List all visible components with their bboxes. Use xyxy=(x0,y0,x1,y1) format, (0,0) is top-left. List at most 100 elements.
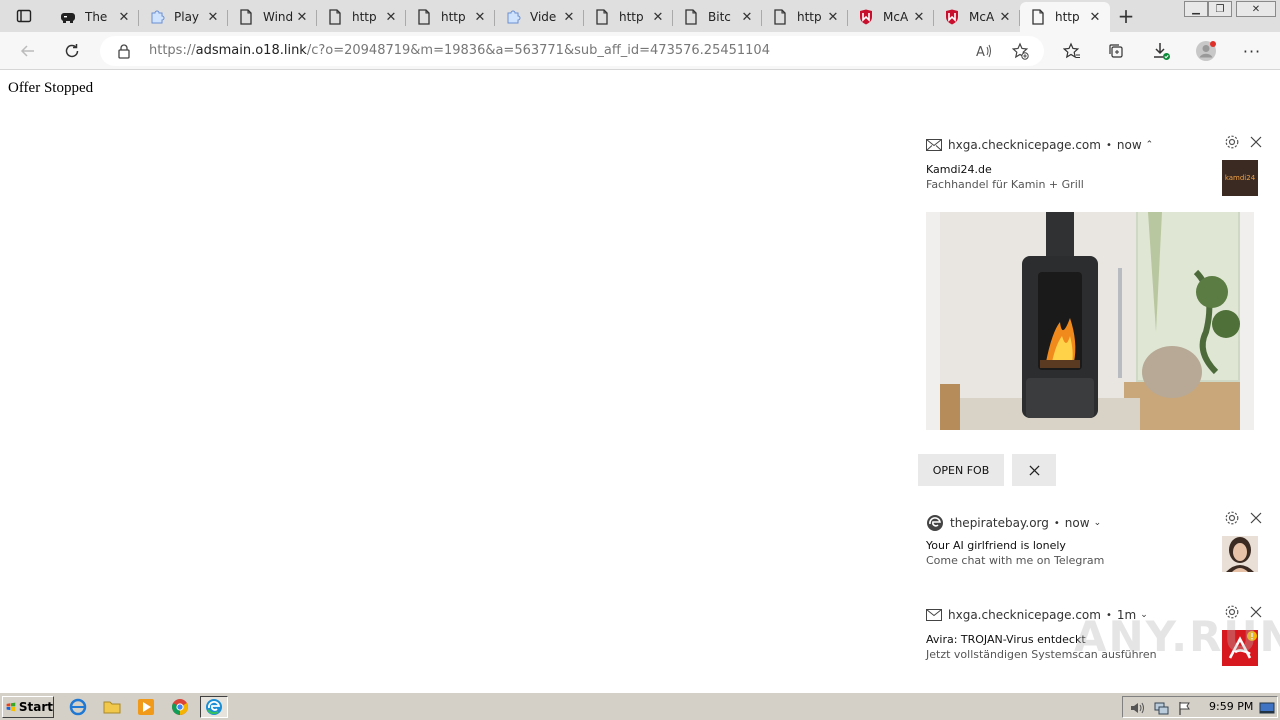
tab-close-button[interactable]: ✕ xyxy=(738,8,756,26)
notification-piratebay[interactable]: thepiratebay.org • now ⌄ Your AI girlfri… xyxy=(910,502,1270,584)
gear-icon xyxy=(1225,511,1239,525)
open-fob-button[interactable]: OPEN FOB xyxy=(918,454,1004,486)
tab-title: Vide xyxy=(530,10,557,24)
browser-tab[interactable]: http ✕ xyxy=(406,2,495,32)
action-center-flag-icon[interactable] xyxy=(1177,700,1193,716)
read-aloud-icon: A xyxy=(976,44,991,60)
tab-actions-icon xyxy=(16,9,32,23)
browser-tab[interactable]: Play ✕ xyxy=(139,2,228,32)
browser-tab[interactable]: McA ✕ xyxy=(934,2,1020,32)
browser-tab[interactable]: Wind ✕ xyxy=(228,2,317,32)
address-bar[interactable]: https://adsmain.o18.link/c?o=20948719&m=… xyxy=(100,36,1044,66)
tab-close-button[interactable]: ✕ xyxy=(204,8,222,26)
notification-close-button[interactable] xyxy=(1012,454,1056,486)
tab-title: http xyxy=(619,10,644,24)
tab-close-button[interactable]: ✕ xyxy=(824,8,842,26)
media-player-quicklaunch[interactable] xyxy=(132,696,160,718)
close-icon xyxy=(1250,136,1262,148)
back-button[interactable] xyxy=(14,37,42,65)
browser-tab[interactable]: The ✕ xyxy=(50,2,139,32)
notification-dismiss-button[interactable] xyxy=(1247,133,1265,151)
tab-strip: The ✕ Play ✕ Wind ✕ http ✕ http ✕ Vide ✕ http ✕ Bitc ✕ h… xyxy=(0,0,1280,32)
close-icon xyxy=(1028,464,1040,476)
tab-close-button[interactable]: ✕ xyxy=(649,8,667,26)
tab-title: McA xyxy=(969,10,995,24)
gear-icon xyxy=(1225,135,1239,149)
notification-thumbnail xyxy=(1222,536,1258,572)
chrome-quicklaunch[interactable] xyxy=(166,696,194,718)
close-icon: ✕ xyxy=(563,9,575,25)
add-favorite-button[interactable] xyxy=(1010,41,1030,61)
refresh-button[interactable] xyxy=(58,37,86,65)
browser-tab[interactable]: http ✕ xyxy=(1020,2,1110,32)
browser-tab[interactable]: Vide ✕ xyxy=(495,2,584,32)
chrome-icon xyxy=(172,699,188,715)
puzzle-icon xyxy=(505,9,521,25)
tab-close-button[interactable]: ✕ xyxy=(471,8,489,26)
downloads-button[interactable] xyxy=(1147,37,1175,65)
folder-icon xyxy=(103,701,121,714)
tab-actions-button[interactable] xyxy=(6,4,42,28)
edge-taskbar-button[interactable] xyxy=(200,696,228,718)
collections-icon xyxy=(1109,44,1123,58)
taskbar: Start 9:59 PM xyxy=(0,692,1280,720)
profile-button[interactable] xyxy=(1192,37,1220,65)
restore-icon: ❐ xyxy=(1215,3,1225,15)
tab-title: Bitc xyxy=(708,10,731,24)
browser-tab[interactable]: McA ✕ xyxy=(848,2,934,32)
tab-close-button[interactable]: ✕ xyxy=(1086,8,1104,26)
chevron-down-icon[interactable]: ⌄ xyxy=(1094,518,1102,528)
favorites-icon xyxy=(1063,42,1080,59)
tab-title: Wind xyxy=(263,10,293,24)
browser-tab[interactable]: http ✕ xyxy=(762,2,848,32)
read-aloud-button[interactable]: A xyxy=(974,41,994,61)
minimize-button[interactable]: ▁ xyxy=(1184,1,1208,17)
notification-dismiss-button[interactable] xyxy=(1247,509,1265,527)
tab-title: Play xyxy=(174,10,200,24)
refresh-icon xyxy=(65,44,79,58)
media-player-icon xyxy=(138,699,154,715)
explorer-quicklaunch[interactable] xyxy=(98,696,126,718)
tab-close-button[interactable]: ✕ xyxy=(382,8,400,26)
chevron-up-icon[interactable]: ⌃ xyxy=(1146,140,1154,150)
new-tab-button[interactable]: + xyxy=(1114,4,1138,28)
notification-time: now xyxy=(1064,516,1090,530)
tab-close-button[interactable]: ✕ xyxy=(115,8,133,26)
browser-tab[interactable]: http ✕ xyxy=(317,2,406,32)
ie-quicklaunch[interactable] xyxy=(64,696,92,718)
browser-toolbar: https://adsmain.o18.link/c?o=20948719&m=… xyxy=(0,32,1280,70)
browser-tab[interactable]: Bitc ✕ xyxy=(673,2,762,32)
notification-settings-button[interactable] xyxy=(1223,509,1241,527)
notification-title: Your AI girlfriend is lonely xyxy=(926,539,1066,552)
close-icon: ✕ xyxy=(296,9,308,25)
notification-kamdi24[interactable]: hxga.checknicepage.com • now ⌃ Kamdi24.d… xyxy=(910,128,1270,488)
tab-close-button[interactable]: ✕ xyxy=(996,8,1014,26)
close-icon: ✕ xyxy=(827,9,839,25)
tab-close-button[interactable]: ✕ xyxy=(910,8,928,26)
start-label: Start xyxy=(18,700,53,714)
gamepad-icon xyxy=(60,9,76,25)
maximize-button[interactable]: ❐ xyxy=(1208,1,1232,17)
more-icon: ··· xyxy=(1242,41,1262,61)
browser-tab[interactable]: http ✕ xyxy=(584,2,673,32)
favorites-button[interactable] xyxy=(1058,37,1086,65)
tab-close-button[interactable]: ✕ xyxy=(293,8,311,26)
network-icon[interactable] xyxy=(1153,700,1169,716)
collections-button[interactable] xyxy=(1102,37,1130,65)
lock-icon[interactable] xyxy=(116,43,132,59)
close-icon: ✕ xyxy=(1251,3,1261,15)
close-window-button[interactable]: ✕ xyxy=(1236,1,1276,17)
tab-close-button[interactable]: ✕ xyxy=(560,8,578,26)
close-icon: ✕ xyxy=(1089,9,1101,25)
mcafee-shield-icon xyxy=(858,9,874,25)
windows-logo-icon xyxy=(6,702,16,712)
settings-menu-button[interactable]: ··· xyxy=(1238,37,1266,65)
clock[interactable]: 9:59 PM xyxy=(1209,700,1253,713)
volume-icon[interactable] xyxy=(1129,700,1145,716)
start-button[interactable]: Start xyxy=(2,696,54,718)
avatar-icon xyxy=(1196,41,1216,61)
notification-settings-button[interactable] xyxy=(1223,133,1241,151)
close-icon xyxy=(1250,512,1262,524)
show-desktop-icon[interactable] xyxy=(1259,700,1275,716)
notification-body: Come chat with me on Telegram xyxy=(926,554,1105,567)
